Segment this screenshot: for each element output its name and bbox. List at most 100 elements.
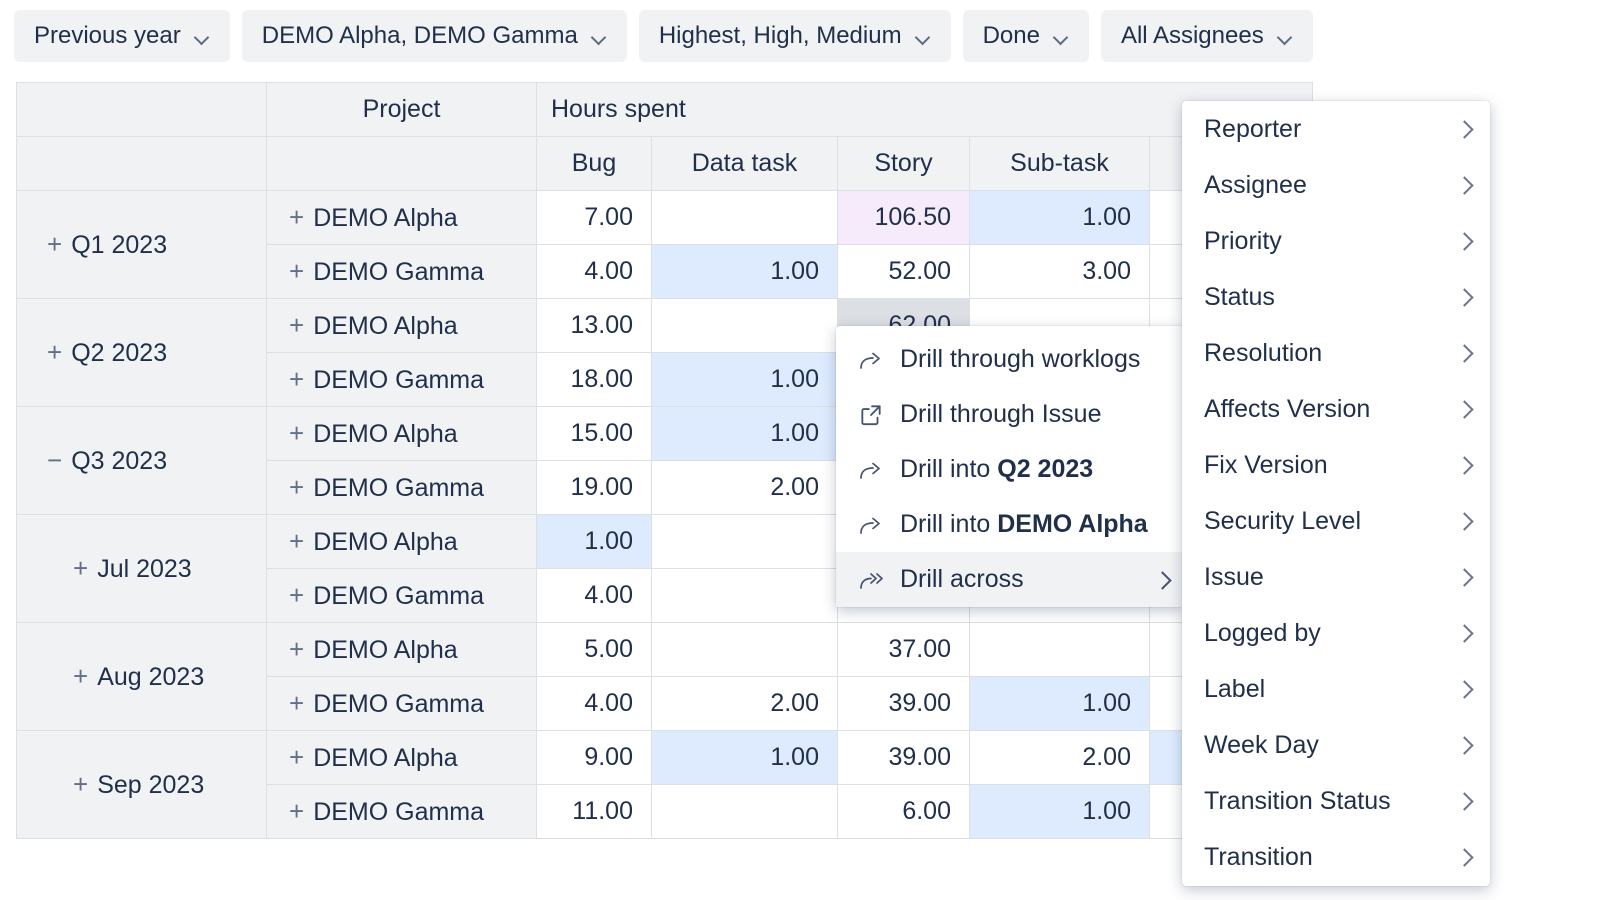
expand-plus-icon[interactable]: + xyxy=(73,769,88,799)
drill-across-week-day[interactable]: Week Day xyxy=(1182,717,1490,773)
cell-story[interactable]: 106.50 xyxy=(838,191,970,245)
drill-across-security-level[interactable]: Security Level xyxy=(1182,493,1490,549)
cell-bug[interactable]: 7.00 xyxy=(537,191,652,245)
cell-bug[interactable]: 19.00 xyxy=(537,461,652,515)
collapse-minus-icon[interactable]: − xyxy=(47,445,62,475)
expand-plus-icon[interactable]: + xyxy=(47,229,62,259)
cell-bug[interactable]: 4.00 xyxy=(537,677,652,731)
column-header-sub-task[interactable]: Sub-task xyxy=(970,137,1150,191)
drill-across-transition[interactable]: Transition xyxy=(1182,829,1490,885)
cell-bug[interactable]: 4.00 xyxy=(537,569,652,623)
header-project[interactable]: Project xyxy=(267,83,537,137)
column-header-data-task[interactable]: Data task xyxy=(652,137,838,191)
row-project-cell[interactable]: +DEMO Alpha xyxy=(267,623,537,677)
row-project-cell[interactable]: +DEMO Gamma xyxy=(267,353,537,407)
cell-data-task[interactable]: 2.00 xyxy=(652,461,838,515)
drill-across-reporter[interactable]: Reporter xyxy=(1182,101,1490,157)
filter-period[interactable]: Previous year xyxy=(14,10,230,62)
cell-sub-task[interactable]: 2.00 xyxy=(970,731,1150,785)
row-project-cell[interactable]: +DEMO Alpha xyxy=(267,299,537,353)
expand-plus-icon[interactable]: + xyxy=(289,364,304,394)
expand-plus-icon[interactable]: + xyxy=(289,742,304,772)
cell-data-task[interactable]: 1.00 xyxy=(652,353,838,407)
expand-plus-icon[interactable]: + xyxy=(289,202,304,232)
drill-across-label[interactable]: Label xyxy=(1182,661,1490,717)
cell-story[interactable]: 39.00 xyxy=(838,731,970,785)
cell-data-task[interactable]: 1.00 xyxy=(652,245,838,299)
expand-plus-icon[interactable]: + xyxy=(289,688,304,718)
drill-across-transition-status[interactable]: Transition Status xyxy=(1182,773,1490,829)
expand-plus-icon[interactable]: + xyxy=(289,634,304,664)
filter-priority[interactable]: Highest, High, Medium xyxy=(639,10,951,62)
expand-plus-icon[interactable]: + xyxy=(289,472,304,502)
cell-bug[interactable]: 15.00 xyxy=(537,407,652,461)
row-project-cell[interactable]: +DEMO Gamma xyxy=(267,785,537,839)
cell-sub-task[interactable]: 1.00 xyxy=(970,785,1150,839)
row-period-cell[interactable]: +Jul 2023 xyxy=(17,515,267,623)
cell-bug[interactable]: 18.00 xyxy=(537,353,652,407)
cell-data-task[interactable] xyxy=(652,785,838,839)
drill-across-assignee[interactable]: Assignee xyxy=(1182,157,1490,213)
drill-into-demo-alpha[interactable]: Drill into DEMO Alpha xyxy=(836,497,1184,552)
expand-plus-icon[interactable]: + xyxy=(289,796,304,826)
drill-across-logged-by[interactable]: Logged by xyxy=(1182,605,1490,661)
drill-across-status[interactable]: Status xyxy=(1182,269,1490,325)
cell-story[interactable]: 6.00 xyxy=(838,785,970,839)
row-project-cell[interactable]: +DEMO Alpha xyxy=(267,407,537,461)
row-project-cell[interactable]: +DEMO Gamma xyxy=(267,569,537,623)
row-period-cell[interactable]: +Sep 2023 xyxy=(17,731,267,839)
drill-across-issue[interactable]: Issue xyxy=(1182,549,1490,605)
cell-bug[interactable]: 1.00 xyxy=(537,515,652,569)
drill-through-issue[interactable]: Drill through Issue xyxy=(836,387,1184,442)
cell-data-task[interactable]: 1.00 xyxy=(652,731,838,785)
cell-data-task[interactable] xyxy=(652,569,838,623)
column-header-story[interactable]: Story xyxy=(838,137,970,191)
cell-bug[interactable]: 5.00 xyxy=(537,623,652,677)
row-period-cell[interactable]: +Aug 2023 xyxy=(17,623,267,731)
cell-sub-task[interactable]: 1.00 xyxy=(970,677,1150,731)
cell-sub-task[interactable]: 3.00 xyxy=(970,245,1150,299)
row-project-cell[interactable]: +DEMO Gamma xyxy=(267,677,537,731)
cell-story[interactable]: 39.00 xyxy=(838,677,970,731)
drill-across[interactable]: Drill across xyxy=(836,552,1184,607)
cell-bug[interactable]: 11.00 xyxy=(537,785,652,839)
cell-sub-task[interactable]: 1.00 xyxy=(970,191,1150,245)
filter-assignee[interactable]: All Assignees xyxy=(1101,10,1313,62)
cell-data-task[interactable] xyxy=(652,299,838,353)
cell-bug[interactable]: 9.00 xyxy=(537,731,652,785)
drill-across-resolution[interactable]: Resolution xyxy=(1182,325,1490,381)
cell-data-task[interactable] xyxy=(652,515,838,569)
drill-across-affects-version[interactable]: Affects Version xyxy=(1182,381,1490,437)
expand-plus-icon[interactable]: + xyxy=(47,337,62,367)
drill-across-priority[interactable]: Priority xyxy=(1182,213,1490,269)
row-period-cell[interactable]: +Q2 2023 xyxy=(17,299,267,407)
cell-bug[interactable]: 13.00 xyxy=(537,299,652,353)
drill-through-worklogs[interactable]: Drill through worklogs xyxy=(836,332,1184,387)
expand-plus-icon[interactable]: + xyxy=(73,661,88,691)
cell-data-task[interactable] xyxy=(652,623,838,677)
row-period-cell[interactable]: −Q3 2023 xyxy=(17,407,267,515)
expand-plus-icon[interactable]: + xyxy=(289,526,304,556)
row-period-cell[interactable]: +Q1 2023 xyxy=(17,191,267,299)
row-project-cell[interactable]: +DEMO Alpha xyxy=(267,515,537,569)
row-project-cell[interactable]: +DEMO Alpha xyxy=(267,191,537,245)
expand-plus-icon[interactable]: + xyxy=(289,418,304,448)
expand-plus-icon[interactable]: + xyxy=(289,256,304,286)
cell-story[interactable]: 37.00 xyxy=(838,623,970,677)
cell-story[interactable]: 52.00 xyxy=(838,245,970,299)
drill-across-fix-version[interactable]: Fix Version xyxy=(1182,437,1490,493)
cell-data-task[interactable]: 1.00 xyxy=(652,407,838,461)
filter-project[interactable]: DEMO Alpha, DEMO Gamma xyxy=(242,10,627,62)
cell-data-task[interactable] xyxy=(652,191,838,245)
cell-data-task[interactable]: 2.00 xyxy=(652,677,838,731)
row-project-cell[interactable]: +DEMO Alpha xyxy=(267,731,537,785)
cell-bug[interactable]: 4.00 xyxy=(537,245,652,299)
cell-sub-task[interactable] xyxy=(970,623,1150,677)
expand-plus-icon[interactable]: + xyxy=(73,553,88,583)
filter-status[interactable]: Done xyxy=(963,10,1089,62)
expand-plus-icon[interactable]: + xyxy=(289,580,304,610)
row-project-cell[interactable]: +DEMO Gamma xyxy=(267,245,537,299)
expand-plus-icon[interactable]: + xyxy=(289,310,304,340)
column-header-bug[interactable]: Bug xyxy=(537,137,652,191)
row-project-cell[interactable]: +DEMO Gamma xyxy=(267,461,537,515)
